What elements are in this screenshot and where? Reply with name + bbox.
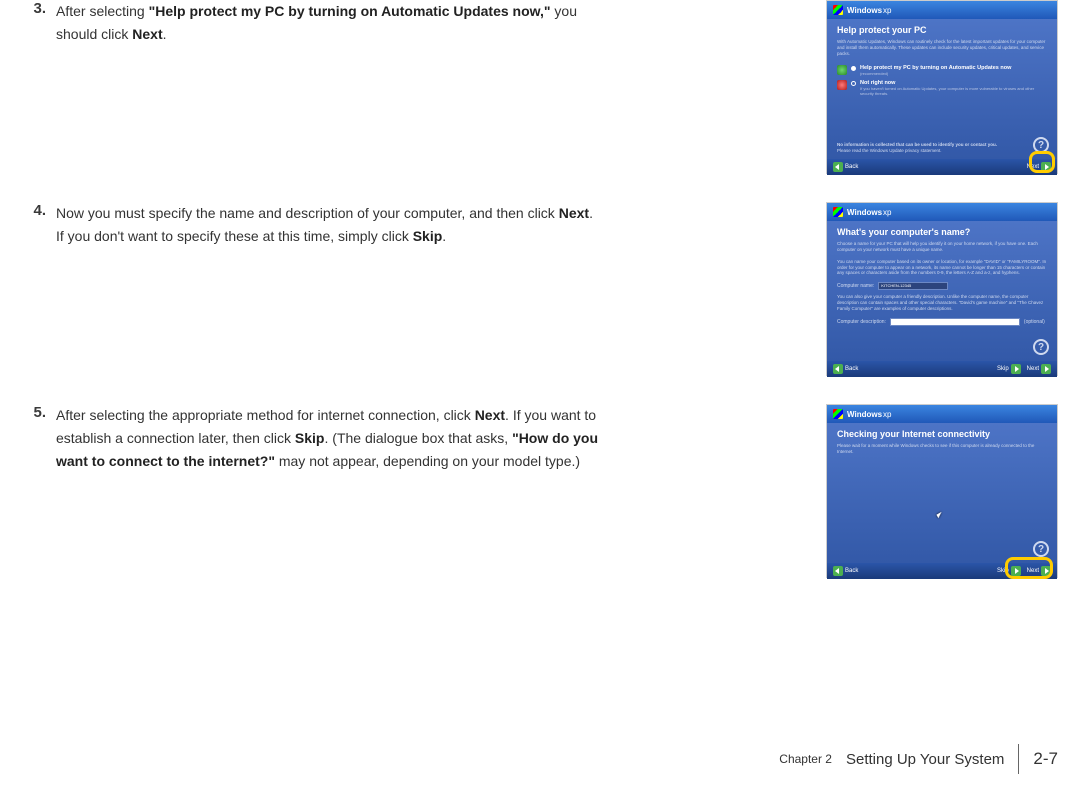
radio-empty-icon <box>851 81 856 86</box>
ss-desc: Please wait for a moment while Windows c… <box>837 443 1047 455</box>
windows-logo-icon <box>833 409 843 419</box>
step-text: 5. After selecting the appropriate metho… <box>30 404 600 473</box>
page-number: 2-7 <box>1033 749 1058 769</box>
divider <box>1018 744 1019 774</box>
back-button[interactable]: Back <box>833 364 858 374</box>
ss-option-notright[interactable]: Not right now If you haven't turned on A… <box>837 78 1047 98</box>
ss-desc: Choose a name for your PC that will help… <box>837 241 1047 253</box>
chapter-label: Chapter 2 <box>779 752 832 766</box>
cursor-icon <box>937 513 945 523</box>
arrow-right-icon <box>1041 566 1051 576</box>
screenshot-step5: Windowsxp Checking your Internet connect… <box>826 404 1058 578</box>
arrow-right-icon <box>1041 162 1051 172</box>
chapter-title: Setting Up Your System <box>846 751 1004 768</box>
help-icon[interactable]: ? <box>1033 541 1049 557</box>
ss-titlebar: Windowsxp <box>827 203 1057 221</box>
screenshot-step4: Windowsxp What's your computer's name? C… <box>826 202 1058 376</box>
step-body: After selecting the appropriate method f… <box>56 404 600 473</box>
ss-desc: With Automatic Updates, Windows can rout… <box>837 39 1047 57</box>
next-button[interactable]: Next <box>1027 364 1051 374</box>
ss-title: What's your computer's name? <box>837 227 1047 237</box>
step-body: Now you must specify the name and descri… <box>56 202 600 248</box>
step-number: 4. <box>30 202 46 248</box>
ss-title: Checking your Internet connectivity <box>837 429 1047 439</box>
help-icon[interactable]: ? <box>1033 339 1049 355</box>
ss-desc3: You can also give your computer a friend… <box>837 294 1047 312</box>
arrow-right-icon <box>1041 364 1051 374</box>
help-icon[interactable]: ? <box>1033 137 1049 153</box>
next-button[interactable]: Next <box>1027 566 1051 576</box>
ss-body: Checking your Internet connectivity Plea… <box>827 423 1057 563</box>
ss-desc2: You can name your computer based on its … <box>837 259 1047 277</box>
step-3: 3. After selecting "Help protect my PC b… <box>30 0 1058 174</box>
shield-check-icon <box>837 65 847 75</box>
computer-desc-row: Computer description: (optional) <box>837 318 1047 326</box>
step-body: After selecting "Help protect my PC by t… <box>56 0 600 46</box>
shield-x-icon <box>837 80 847 90</box>
step-number: 3. <box>30 0 46 46</box>
arrow-left-icon <box>833 566 843 576</box>
windows-logo-icon <box>833 207 843 217</box>
ss-body: What's your computer's name? Choose a na… <box>827 221 1057 361</box>
ss-footer: Back Skip Next <box>827 563 1057 579</box>
screenshot-step3: Windowsxp Help protect your PC With Auto… <box>826 0 1058 174</box>
ss-title: Help protect your PC <box>837 25 1047 35</box>
back-button[interactable]: Back <box>833 162 858 172</box>
arrow-right-icon <box>1011 566 1021 576</box>
skip-button[interactable]: Skip <box>997 566 1021 576</box>
radio-selected-icon <box>851 66 856 71</box>
ss-titlebar: Windowsxp <box>827 1 1057 19</box>
ss-body: Help protect your PC With Automatic Upda… <box>827 19 1057 159</box>
ss-option-protect[interactable]: Help protect my PC by turning on Automat… <box>837 63 1047 78</box>
step-text: 4. Now you must specify the name and des… <box>30 202 600 248</box>
computer-name-row: Computer name: KITCHEN-12345 <box>837 282 1047 290</box>
ss-titlebar: Windowsxp <box>827 405 1057 423</box>
arrow-left-icon <box>833 162 843 172</box>
step-5: 5. After selecting the appropriate metho… <box>30 404 1058 578</box>
computer-desc-field[interactable] <box>890 318 1020 326</box>
arrow-left-icon <box>833 364 843 374</box>
computer-name-field[interactable]: KITCHEN-12345 <box>878 282 948 290</box>
ss-footer: Back Skip Next <box>827 361 1057 377</box>
page-footer: Chapter 2 Setting Up Your System 2-7 <box>779 744 1058 774</box>
step-text: 3. After selecting "Help protect my PC b… <box>30 0 600 46</box>
back-button[interactable]: Back <box>833 566 858 576</box>
arrow-right-icon <box>1011 364 1021 374</box>
ss-info: No information is collected that can be … <box>837 142 997 153</box>
ss-footer: Back Next <box>827 159 1057 175</box>
skip-button[interactable]: Skip <box>997 364 1021 374</box>
step-4: 4. Now you must specify the name and des… <box>30 202 1058 376</box>
windows-logo-icon <box>833 5 843 15</box>
step-number: 5. <box>30 404 46 473</box>
next-button[interactable]: Next <box>1027 162 1051 172</box>
